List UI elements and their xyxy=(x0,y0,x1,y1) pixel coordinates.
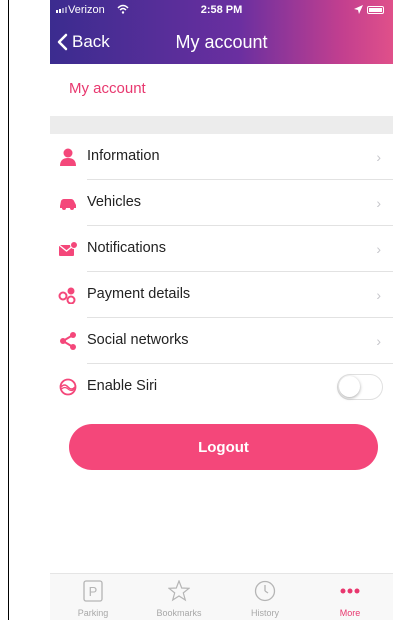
clock-icon xyxy=(254,580,276,602)
menu-item-social-networks[interactable]: Social networks › xyxy=(50,318,393,364)
menu-item-label: Vehicles xyxy=(87,194,142,210)
chevron-right-icon: › xyxy=(376,287,381,303)
menu-item-enable-siri: Enable Siri xyxy=(50,364,393,410)
tab-bookmarks[interactable]: Bookmarks xyxy=(136,574,222,620)
toggle-knob xyxy=(339,376,360,397)
car-icon xyxy=(60,199,76,210)
menu-item-label: Notifications xyxy=(87,240,166,256)
coins-icon xyxy=(58,287,76,304)
menu-item-payment-details[interactable]: Payment details › xyxy=(50,272,393,318)
tab-history[interactable]: History xyxy=(222,574,308,620)
more-icon xyxy=(340,588,360,594)
header: Verizon 2:58 PM Back My account xyxy=(50,0,393,64)
section-separator xyxy=(50,116,393,134)
person-icon xyxy=(60,148,76,166)
phone-screen: Verizon 2:58 PM Back My account My accou… xyxy=(50,0,393,620)
menu-item-label: Enable Siri xyxy=(87,378,158,394)
menu-item-label: Payment details xyxy=(87,286,191,302)
account-menu: Information › Vehicles › Notifications › xyxy=(50,134,393,410)
siri-toggle[interactable] xyxy=(337,374,383,400)
menu-item-label: Social networks xyxy=(87,332,189,348)
tab-more[interactable]: More xyxy=(307,574,393,620)
parking-icon: P xyxy=(83,580,103,602)
menu-item-information[interactable]: Information › xyxy=(50,134,393,180)
tab-label: Parking xyxy=(77,608,109,618)
envelope-icon xyxy=(58,241,78,256)
svg-text:P: P xyxy=(89,584,98,599)
status-time: 2:58 PM xyxy=(200,4,243,16)
chevron-right-icon: › xyxy=(376,149,381,165)
menu-item-notifications[interactable]: Notifications › xyxy=(50,226,393,272)
tab-label: History xyxy=(250,608,279,618)
chevron-right-icon: › xyxy=(376,333,381,349)
frame-border-left xyxy=(8,0,9,620)
tab-parking[interactable]: P Parking xyxy=(50,574,136,620)
chevron-right-icon: › xyxy=(376,241,381,257)
siri-icon xyxy=(59,378,77,396)
page-title: My account xyxy=(175,32,268,52)
section-title: My account xyxy=(69,80,146,97)
tab-label: More xyxy=(339,608,361,618)
menu-item-vehicles[interactable]: Vehicles › xyxy=(50,180,393,226)
status-bar: Verizon 2:58 PM xyxy=(50,0,393,20)
location-arrow-icon xyxy=(354,5,363,14)
tab-bar: P Parking Bookmarks History More xyxy=(50,573,393,620)
battery-icon xyxy=(367,6,384,14)
star-icon xyxy=(168,580,190,602)
chevron-right-icon: › xyxy=(376,195,381,211)
tab-label: Bookmarks xyxy=(156,608,202,618)
logout-button[interactable]: Logout xyxy=(69,424,378,470)
menu-item-label: Information xyxy=(87,148,160,164)
share-icon xyxy=(60,332,76,350)
